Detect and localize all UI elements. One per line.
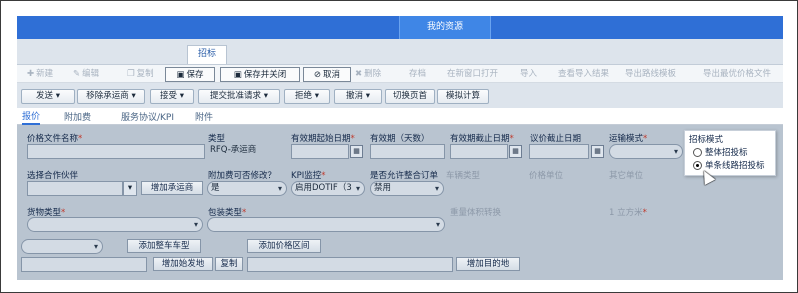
weight-volume-label: 重量体积转换	[450, 208, 502, 218]
remove-carrier-dropdown[interactable]: 移除承运商 ▾	[77, 89, 145, 104]
copy-button[interactable]: ❐ 复制	[127, 67, 154, 82]
pencil-icon: ✎	[73, 69, 81, 79]
tender-mode-popup: 招标模式 整体招投标 单条线路招投标	[684, 130, 776, 176]
price-file-name-label: 价格文件名称*	[27, 134, 83, 144]
action-toolbar: ✚ 新建 ✎ 编辑 ❐ 复制 ▣ 保存 ▣ 保存并关闭 ⊘ 取消 ✖ 删除 存档 在新窗口打开…	[17, 64, 783, 83]
transport-mode-select[interactable]	[609, 144, 683, 159]
valid-end-label: 有效期截止日期*	[450, 134, 514, 144]
chevron-down-icon: ▾	[314, 91, 319, 101]
vehicle-type-label: 车辆类型	[446, 171, 481, 181]
chevron-down-icon: ▾	[365, 91, 370, 101]
bid-end-label: 议价截止日期	[530, 134, 582, 144]
kpi-select[interactable]: 启用DOTIF（3	[291, 181, 365, 196]
accept-dropdown[interactable]: 接受 ▾	[150, 89, 194, 104]
price-file-name-input[interactable]	[27, 144, 205, 159]
import-button[interactable]: 导入	[520, 67, 537, 82]
detail-tabs: 报价 附加费 服务协议/KPI 附件	[17, 108, 783, 125]
tender-mode-title: 招标模式	[689, 135, 724, 145]
chevron-down-icon: ▾	[55, 91, 60, 101]
reject-dropdown[interactable]: 拒绝 ▾	[284, 89, 330, 104]
partner-input[interactable]	[27, 181, 123, 196]
close-icon: ✖	[355, 69, 363, 79]
top-header-bar: 我的资源	[17, 16, 783, 39]
submit-approval-dropdown[interactable]: 提交批准请求 ▾	[198, 89, 280, 104]
add-truck-type-button[interactable]: 添加整车车型	[127, 239, 201, 253]
truck-type-select[interactable]	[21, 239, 103, 254]
switch-page-button[interactable]: 切换页首	[385, 89, 435, 104]
calendar-icon[interactable]: ▦	[350, 145, 363, 158]
cargo-type-select[interactable]	[27, 217, 203, 232]
my-resources-tab[interactable]: 我的资源	[399, 16, 491, 39]
radio-single-route-tender[interactable]	[693, 161, 702, 170]
disk-icon: ▣	[176, 70, 185, 80]
valid-start-input[interactable]	[291, 144, 349, 159]
disk-icon: ▣	[233, 70, 242, 80]
cbm-label: 1 立方米*	[609, 208, 647, 218]
add-origin-button[interactable]: 增加始发地	[153, 257, 213, 271]
package-type-select[interactable]	[207, 217, 445, 232]
simulate-button[interactable]: 模拟计算	[437, 89, 489, 104]
type-label: 类型	[208, 134, 226, 144]
bid-end-input[interactable]	[529, 144, 589, 159]
price-unit-label: 价格单位	[529, 171, 564, 181]
origin-input[interactable]	[21, 257, 147, 272]
chevron-down-icon: ▾	[179, 91, 184, 101]
export-route-template-button[interactable]: 导出路线模板	[625, 67, 676, 82]
save-close-button[interactable]: ▣ 保存并关闭	[220, 67, 300, 82]
allow-split-select[interactable]: 禁用	[370, 181, 444, 196]
send-dropdown[interactable]: 发送 ▾	[21, 89, 75, 104]
add-carrier-button[interactable]: 增加承运商	[141, 181, 203, 195]
calendar-icon[interactable]: ▦	[509, 145, 522, 158]
partner-dropdown-arrow[interactable]: ▾	[123, 181, 137, 196]
radio-whole-tender[interactable]	[693, 148, 702, 157]
tab-surcharge[interactable]: 附加费	[64, 110, 91, 123]
export-best-price-button[interactable]: 导出最优价格文件	[703, 67, 771, 82]
copy-origin-button[interactable]: 复制	[215, 257, 243, 271]
option-whole-tender-label[interactable]: 整体招投标	[705, 146, 748, 158]
new-button[interactable]: ✚ 新建	[27, 67, 53, 82]
tab-service-kpi[interactable]: 服务协议/KPI	[121, 110, 174, 123]
add-price-range-button[interactable]: 添加价格区间	[247, 239, 321, 253]
valid-end-input[interactable]	[450, 144, 508, 159]
calendar-icon[interactable]: ▦	[591, 145, 604, 158]
edit-button[interactable]: ✎ 编辑	[73, 67, 99, 82]
surcharge-modifiable-select[interactable]: 是	[207, 181, 287, 196]
cancel-button[interactable]: ⊘ 取消	[303, 67, 351, 82]
window-frame: 我的资源 招标 ✚ 新建 ✎ 编辑 ❐ 复制 ▣ 保存 ▣ 保存并关闭 ⊘ 取消 ✖ 删除 存…	[0, 0, 798, 293]
revoke-dropdown[interactable]: 撤消 ▾	[334, 89, 382, 104]
destination-input[interactable]	[247, 257, 453, 272]
tab-attachments[interactable]: 附件	[195, 110, 213, 123]
partner-label: 选择合作伙伴	[27, 171, 79, 181]
option-single-route-label[interactable]: 单条线路招投标	[705, 159, 765, 171]
type-value: RFQ-承运商	[210, 145, 257, 155]
valid-start-label: 有效期起始日期*	[291, 134, 355, 144]
chevron-down-icon: ▾	[131, 91, 136, 101]
tab-quote[interactable]: 报价	[22, 109, 41, 125]
add-destination-button[interactable]: 增加目的地	[456, 257, 520, 271]
tab-tender[interactable]: 招标	[187, 45, 227, 64]
kpi-label: KPI监控*	[291, 171, 326, 181]
surcharge-modifiable-label: 附加费可否修改？	[208, 171, 277, 181]
save-button[interactable]: ▣ 保存	[165, 67, 215, 82]
copy-icon: ❐	[127, 69, 135, 79]
transport-mode-label: 运输模式*	[609, 134, 648, 144]
open-new-window-button[interactable]: 在新窗口打开	[447, 67, 498, 82]
chevron-down-icon: ▾	[263, 91, 268, 101]
plus-icon: ✚	[27, 69, 35, 79]
workflow-toolbar: 发送 ▾ 移除承运商 ▾ 接受 ▾ 提交批准请求 ▾ 拒绝 ▾ 撤消 ▾ 切换页…	[17, 87, 783, 107]
valid-days-label: 有效期（天数）	[370, 134, 430, 144]
allow-split-label: 是否允许整合订单	[370, 171, 439, 181]
delete-button[interactable]: ✖ 删除	[355, 67, 381, 82]
cancel-icon: ⊘	[313, 70, 322, 80]
archive-button[interactable]: 存档	[409, 67, 426, 82]
valid-days-input[interactable]	[370, 144, 445, 159]
other-unit-label: 其它单位	[609, 171, 644, 181]
view-import-result-button[interactable]: 查看导入结果	[558, 67, 609, 82]
